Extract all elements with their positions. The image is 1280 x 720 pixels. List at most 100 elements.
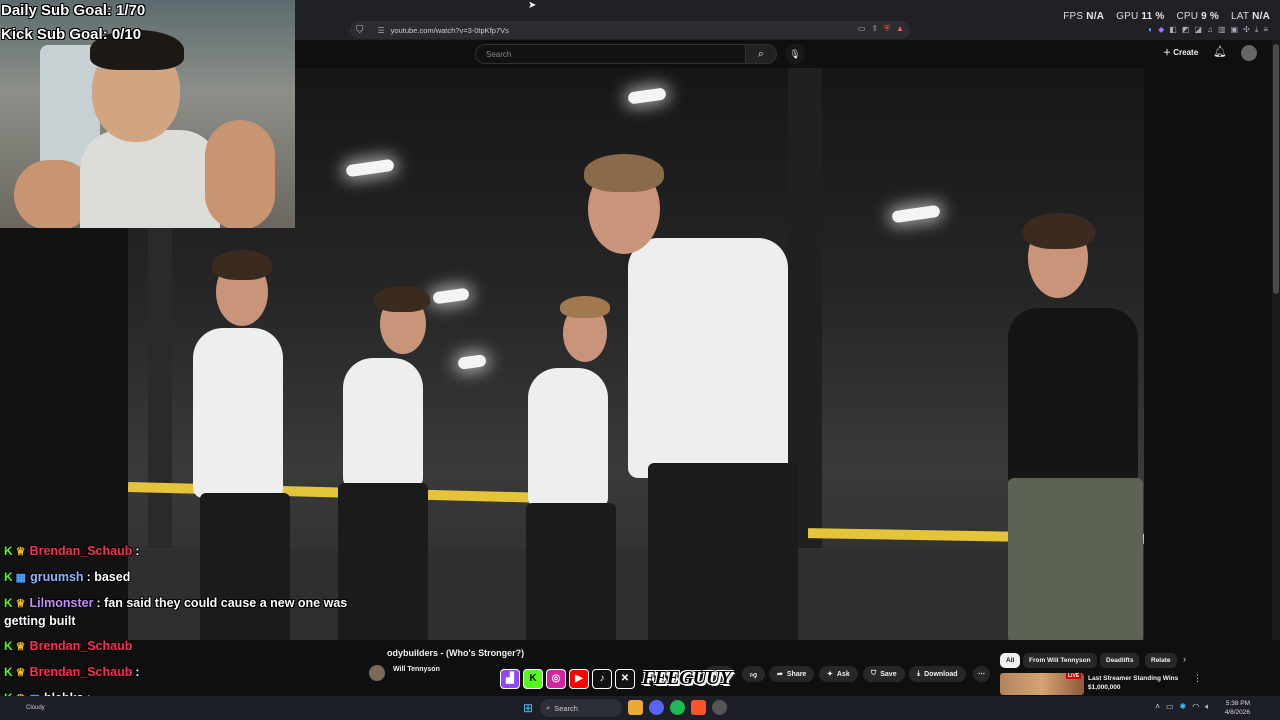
share-icon[interactable]: ⇪ xyxy=(871,24,878,34)
extension-icon[interactable]: ◧ xyxy=(1169,25,1177,35)
volume-icon[interactable]: 🔈︎ xyxy=(1205,702,1210,712)
weather-widget[interactable]: Cloudy xyxy=(26,705,45,711)
kick-badge-icon: K xyxy=(4,544,13,558)
kick-badge-icon: K xyxy=(4,665,13,679)
extension-icon[interactable]: ◩ xyxy=(1182,25,1190,35)
twitch-icon: ▟ xyxy=(500,668,520,689)
install-icon[interactable]: ▭ xyxy=(858,24,866,34)
music-icon[interactable]: ♫ xyxy=(1207,25,1213,35)
system-tray: ˄ ▭ ✱ ◠ 🔈︎ xyxy=(1155,702,1210,712)
gym-pillar xyxy=(148,218,172,548)
windows-taskbar: ⊞ ⌕ Search ˄ ▭ ✱ ◠ 🔈︎ 5:38 PM 4/8/2026 xyxy=(0,696,1280,720)
bluetooth-icon[interactable]: ✱ xyxy=(1180,702,1187,712)
channel-name[interactable]: Will Tennyson xyxy=(393,666,440,673)
sparkle-icon: ✦ xyxy=(827,671,833,678)
recommended-title-line: $1,000,000 xyxy=(1088,684,1121,691)
dislike-icon: 👎︎ xyxy=(750,671,758,679)
download-icon[interactable]: ⤓ xyxy=(1255,25,1259,35)
brave-icon[interactable] xyxy=(691,700,706,715)
more-actions-button[interactable]: ⋯ xyxy=(973,666,990,682)
bits-badge-icon: ♕ xyxy=(15,641,26,653)
search-button[interactable]: ⌕ xyxy=(745,44,777,64)
ceiling-light xyxy=(627,87,667,105)
chat-message: K ♕ Brendan_Schaub: xyxy=(4,664,374,682)
live-badge: LIVE xyxy=(1066,673,1082,679)
taskbar-search-label: Search xyxy=(554,703,578,713)
taskbar-clock[interactable]: 5:38 PM 4/8/2026 xyxy=(1225,699,1250,717)
bits-badge-icon: ♕ xyxy=(15,546,26,558)
share-icon: ➦ xyxy=(777,671,783,678)
bookmark-icon: ⛉ xyxy=(871,670,877,677)
account-avatar[interactable] xyxy=(1241,45,1257,61)
voice-search-button[interactable]: 🎙 xyxy=(785,44,805,64)
share-button[interactable]: ➦ Share xyxy=(769,666,815,682)
scrollbar-thumb[interactable] xyxy=(1273,44,1279,294)
network-icon[interactable]: ▭ xyxy=(1166,702,1174,712)
streamer-arm xyxy=(205,120,275,228)
perf-fps: FPS N/A xyxy=(1063,11,1105,22)
ceiling-light xyxy=(457,354,487,370)
rewards-icon[interactable]: ▲ xyxy=(896,24,904,34)
ceiling-light xyxy=(891,204,941,224)
video-title[interactable]: odybuilders - (Who's Stronger?) xyxy=(387,648,524,658)
webcam-feed: Daily Sub Goal: 1/70 Kick Sub Goal: 0/10 xyxy=(0,0,295,228)
search-icon: ⌕ xyxy=(757,47,765,60)
kick-badge-icon: K xyxy=(4,639,13,653)
recommended-title[interactable]: Last Streamer Standing Wins $1,000,000 xyxy=(1088,674,1188,692)
chevron-up-icon[interactable]: ˄ xyxy=(1155,702,1160,712)
recommended-title-line: Last Streamer Standing Wins xyxy=(1088,675,1179,682)
mouse-cursor: ➤ xyxy=(528,0,537,11)
wifi-icon[interactable]: ◠ xyxy=(1192,702,1199,712)
more-icon: ⋯ xyxy=(978,671,985,678)
extension-icon[interactable]: ◐ xyxy=(1148,25,1153,35)
chip-related[interactable]: Relate xyxy=(1145,653,1177,668)
brave-shield-icon[interactable]: ⛨ xyxy=(884,24,890,34)
menu-icon[interactable]: ≡ xyxy=(1263,25,1268,35)
kebab-menu-icon[interactable]: ⋮ xyxy=(1193,673,1202,684)
bookmark-icon[interactable]: ⛉ xyxy=(356,25,364,36)
youtube-header: Search ⌕ 🎙 ＋ Create 🔔︎ xyxy=(295,40,1280,68)
share-label: Share xyxy=(786,670,807,678)
windows-start-icon[interactable]: ⊞ xyxy=(523,701,533,715)
clock-time: 5:38 PM xyxy=(1225,700,1250,707)
chat-message: K ♕ Brendan_Schaub xyxy=(4,638,374,656)
create-label: Create xyxy=(1173,48,1199,57)
taskbar-search[interactable]: ⌕ Search xyxy=(540,699,622,717)
streamer-shirt xyxy=(80,130,220,228)
tiktok-icon: ♪ xyxy=(592,668,612,689)
spotify-icon[interactable] xyxy=(670,700,685,715)
save-label: Save xyxy=(880,670,897,678)
chip-all[interactable]: All xyxy=(1000,653,1021,668)
bits-badge-icon: ♕ xyxy=(15,667,26,679)
chip-deadlifts[interactable]: Deadlifts xyxy=(1100,653,1140,668)
obs-icon[interactable] xyxy=(712,700,727,715)
chat-username: gruumsh xyxy=(30,570,84,584)
wallet-icon[interactable]: ▣ xyxy=(1231,25,1239,35)
ask-button[interactable]: ✦ Ask xyxy=(819,666,858,682)
extensions-icon[interactable]: ✣ xyxy=(1243,25,1250,35)
extension-icon[interactable]: ◪ xyxy=(1194,25,1202,35)
clock-date: 4/8/2026 xyxy=(1224,709,1250,716)
file-explorer-icon[interactable] xyxy=(628,700,643,715)
search-icon: ⌕ xyxy=(546,703,551,712)
kick-badge-icon: K xyxy=(4,570,13,584)
discord-icon[interactable] xyxy=(649,700,664,715)
notifications-icon[interactable]: 🔔︎ xyxy=(1213,45,1227,58)
address-bar[interactable]: ⛉ ☰ youtube.com/watch?v=3-0tpKfp7Vs ▭ ⇪ … xyxy=(350,21,910,39)
download-button[interactable]: ⤓ Download xyxy=(909,666,966,682)
address-bar-actions: ▭ ⇪ ⛨ ▲ xyxy=(858,24,904,34)
dislike-button[interactable]: 👎︎ xyxy=(742,666,766,682)
chevron-right-icon[interactable]: › xyxy=(1183,654,1186,664)
url-text[interactable]: youtube.com/watch?v=3-0tpKfp7Vs xyxy=(391,26,509,35)
extension-icon[interactable]: ◆ xyxy=(1158,25,1164,35)
site-info-icon[interactable]: ☰ xyxy=(378,26,385,35)
download-icon: ⤓ xyxy=(917,670,921,677)
kick-sub-goal: Kick Sub Goal: 0/10 xyxy=(1,26,142,43)
search-input[interactable]: Search xyxy=(475,44,745,64)
chip-from-channel[interactable]: From Will Tennyson xyxy=(1023,653,1097,668)
chat-overlay: K ♕ Brendan_Schaub: K ▦ gruumsh: based K ♕ Lil… xyxy=(4,543,374,716)
create-button[interactable]: ＋ Create xyxy=(1163,47,1198,58)
sidebar-icon[interactable]: ▥ xyxy=(1218,25,1226,35)
save-button[interactable]: ⛉ Save xyxy=(863,666,905,682)
chat-message: K ▦ gruumsh: based xyxy=(4,569,374,587)
